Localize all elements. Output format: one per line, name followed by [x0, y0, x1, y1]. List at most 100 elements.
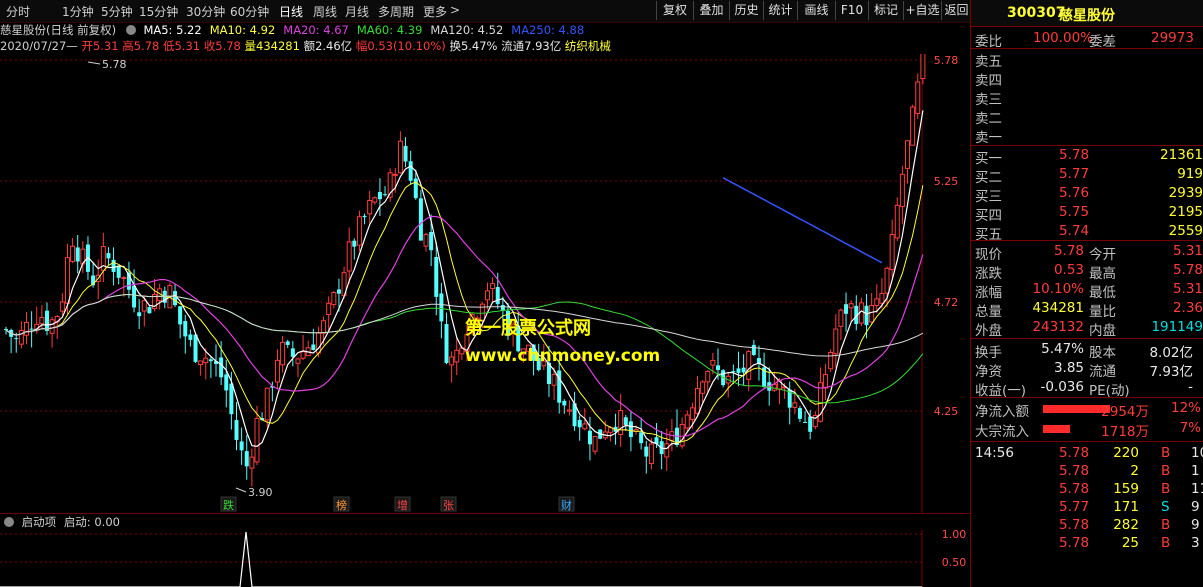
low-marker — [235, 487, 247, 493]
event-tag[interactable]: 财 — [561, 498, 572, 512]
ma-legend-item: MA5: 5.22 — [143, 23, 202, 37]
quote-value: 434281 — [1032, 300, 1084, 316]
quote-label: 量比 — [1089, 304, 1116, 320]
tick-price: 5.78 — [1059, 535, 1090, 551]
toolbar-button-3[interactable]: 统计 — [763, 1, 797, 20]
settings-icon[interactable] — [125, 25, 136, 35]
toolbar-button-4[interactable]: 画线 — [797, 1, 835, 20]
divider — [971, 397, 1203, 398]
tick-time: 14:56 — [975, 445, 1014, 461]
candle-body — [188, 334, 193, 340]
buy-level-price: 5.75 — [1059, 204, 1090, 220]
divider — [971, 48, 1203, 49]
event-tag[interactable]: 增 — [397, 498, 408, 512]
indicator-name[interactable]: 启动项 — [22, 515, 57, 529]
candle-body — [295, 358, 301, 364]
period-tab-2[interactable]: 5分钟 — [101, 3, 133, 20]
candle-body — [833, 328, 839, 355]
toolbar-button-8[interactable]: 返回 — [941, 1, 971, 20]
candle-body — [905, 140, 911, 169]
candle-body — [884, 267, 890, 294]
tick-price: 5.78 — [1059, 481, 1090, 497]
toolbar-button-2[interactable]: 历史 — [729, 1, 763, 20]
candle-body — [797, 408, 802, 419]
candle-body — [731, 371, 736, 373]
toolbar-button-7[interactable]: +自选 — [903, 1, 941, 20]
toolbar-button-6[interactable]: 标记 — [868, 1, 903, 20]
period-tab-3[interactable]: 15分钟 — [139, 3, 178, 20]
ma-legend-item: MA20: 4.67 — [283, 23, 349, 37]
indicator-toggle-icon[interactable] — [4, 517, 14, 527]
period-tab-9[interactable]: 多周期 — [378, 3, 414, 20]
info-label: PE(动) — [1089, 383, 1130, 399]
open-label: 开 — [81, 39, 93, 53]
buy-level-price: 5.77 — [1059, 166, 1090, 182]
candle-body — [771, 383, 777, 391]
toolbar-button-1[interactable]: 叠加 — [693, 1, 729, 20]
amount-value: 2.46亿 — [315, 39, 353, 53]
high-annotation: 5.78 — [102, 58, 127, 71]
event-tag[interactable]: 张 — [443, 499, 454, 512]
candle-body — [803, 422, 808, 424]
open-value: 5.31 — [92, 39, 119, 53]
tick-volume: 220 — [1113, 445, 1139, 461]
period-tab-1[interactable]: 1分钟 — [62, 3, 94, 20]
candle-body — [920, 54, 926, 80]
weicha-label: 委差 — [1089, 34, 1116, 50]
info-label: 净资 — [975, 364, 1002, 380]
candle-body — [408, 161, 413, 181]
sell-level-label: 卖五 — [975, 54, 1002, 70]
quote-value: 191149 — [1151, 319, 1203, 335]
period-tab-8[interactable]: 月线 — [345, 3, 369, 20]
candle-body — [889, 234, 895, 271]
event-tag[interactable]: 跌 — [223, 498, 234, 512]
kline-chart[interactable]: 5.78 5.25 4.72 4.25 5.78 3.90 跌 榜 增 张 财 — [0, 54, 970, 513]
candle-body — [705, 370, 711, 383]
tick-count: 9 — [1191, 517, 1200, 533]
candle-body — [864, 305, 869, 326]
candle-body — [372, 197, 378, 203]
period-tab-10[interactable]: 更多 — [423, 3, 447, 20]
candle-body — [285, 341, 290, 345]
candle-body — [116, 265, 121, 278]
indicator-chart[interactable]: 1.00 0.50 — [0, 530, 970, 587]
toolbar-button-0[interactable]: 复权 — [656, 1, 693, 20]
buy-level-label: 买三 — [975, 189, 1002, 205]
more-arrow-icon[interactable]: > — [450, 3, 460, 17]
candle-body — [336, 289, 341, 294]
tick-price: 5.77 — [1059, 499, 1090, 515]
candle-body — [429, 232, 434, 251]
candle-body — [173, 291, 178, 306]
period-tab-4[interactable]: 30分钟 — [186, 3, 225, 20]
flow-label: 净流入额 — [975, 404, 1029, 420]
flow-percent: 7% — [1179, 420, 1201, 436]
tick-volume: 2 — [1130, 463, 1139, 479]
flow-amount: 1718万 — [1101, 424, 1149, 440]
candle-body — [684, 414, 690, 429]
tick-side: B — [1161, 463, 1171, 479]
candle-body — [592, 435, 598, 452]
candle-body — [264, 387, 270, 421]
candle-body — [566, 409, 572, 412]
tick-price: 5.78 — [1059, 517, 1090, 533]
candle-body — [290, 348, 295, 357]
period-tab-0[interactable]: 分时 — [6, 3, 30, 20]
period-tab-5[interactable]: 60分钟 — [230, 3, 269, 20]
indicator-line — [0, 531, 922, 587]
event-tag[interactable]: 榜 — [336, 498, 347, 512]
period-tab-7[interactable]: 周线 — [313, 3, 337, 20]
high-marker — [87, 61, 101, 65]
quote-value: 5.78 — [1172, 262, 1203, 278]
period-tab-6[interactable]: 日线 — [279, 3, 303, 20]
quote-label: 涨跌 — [975, 266, 1002, 282]
candle-body — [352, 240, 357, 247]
toolbar-button-5[interactable]: F10 — [835, 1, 868, 20]
candle-body — [274, 359, 280, 383]
candle-body — [14, 338, 19, 340]
candle-body — [879, 293, 885, 304]
candle-body — [808, 416, 813, 432]
candle-body — [239, 441, 244, 451]
candle-body — [224, 374, 229, 391]
tick-volume: 159 — [1113, 481, 1139, 497]
candle-body — [495, 287, 500, 305]
